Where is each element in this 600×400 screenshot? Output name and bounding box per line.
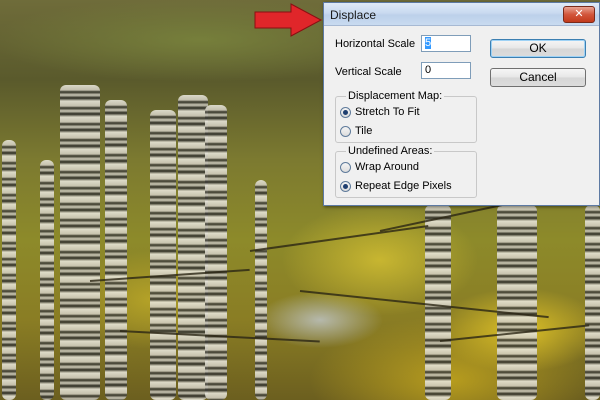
tree-trunk: [2, 140, 16, 400]
tile-label: Tile: [355, 125, 373, 137]
vertical-scale-input[interactable]: 0: [421, 62, 471, 79]
wrap-around-label: Wrap Around: [355, 161, 420, 173]
tree-trunk: [40, 160, 54, 400]
close-icon: ✕: [574, 7, 584, 20]
close-button[interactable]: ✕: [563, 6, 595, 23]
tree-trunk: [497, 205, 537, 400]
dialog-body: Horizontal Scale 5 Vertical Scale 0 Disp…: [324, 26, 599, 205]
repeat-edge-pixels-option[interactable]: Repeat Edge Pixels: [340, 179, 452, 193]
radio-selected-icon[interactable]: [340, 106, 351, 118]
tree-trunk: [60, 85, 100, 400]
horizontal-scale-input[interactable]: 5: [421, 35, 471, 52]
undefined-areas-legend: Undefined Areas:: [346, 145, 435, 157]
red-arrow-icon: [254, 3, 323, 37]
displace-dialog: Displace ✕ Horizontal Scale 5 Vertical S…: [323, 2, 600, 206]
tree-trunk: [585, 205, 600, 400]
horizontal-scale-value: 5: [425, 37, 432, 49]
horizontal-scale-label: Horizontal Scale: [335, 38, 416, 50]
displacement-map-legend: Displacement Map:: [346, 90, 445, 102]
cancel-button[interactable]: Cancel: [490, 68, 586, 87]
dialog-title: Displace: [330, 8, 377, 22]
repeat-edge-pixels-label: Repeat Edge Pixels: [355, 180, 452, 192]
tree-trunk: [425, 205, 451, 400]
stretch-to-fit-label: Stretch To Fit: [355, 106, 420, 118]
vertical-scale-label: Vertical Scale: [335, 66, 402, 78]
tree-trunk: [178, 95, 208, 400]
ok-button[interactable]: OK: [490, 39, 586, 58]
tree-trunk: [105, 100, 127, 400]
stretch-to-fit-option[interactable]: Stretch To Fit: [340, 105, 420, 119]
dialog-titlebar[interactable]: Displace ✕: [324, 3, 599, 26]
tile-option[interactable]: Tile: [340, 124, 372, 138]
vertical-scale-value: 0: [425, 64, 432, 76]
branch: [249, 224, 429, 252]
radio-unselected-icon[interactable]: [340, 125, 351, 137]
tree-trunk: [150, 110, 176, 400]
tree-trunk: [205, 105, 227, 400]
tree-trunk: [255, 180, 267, 400]
wrap-around-option[interactable]: Wrap Around: [340, 160, 419, 174]
radio-selected-icon[interactable]: [340, 180, 351, 192]
radio-unselected-icon[interactable]: [340, 161, 351, 173]
